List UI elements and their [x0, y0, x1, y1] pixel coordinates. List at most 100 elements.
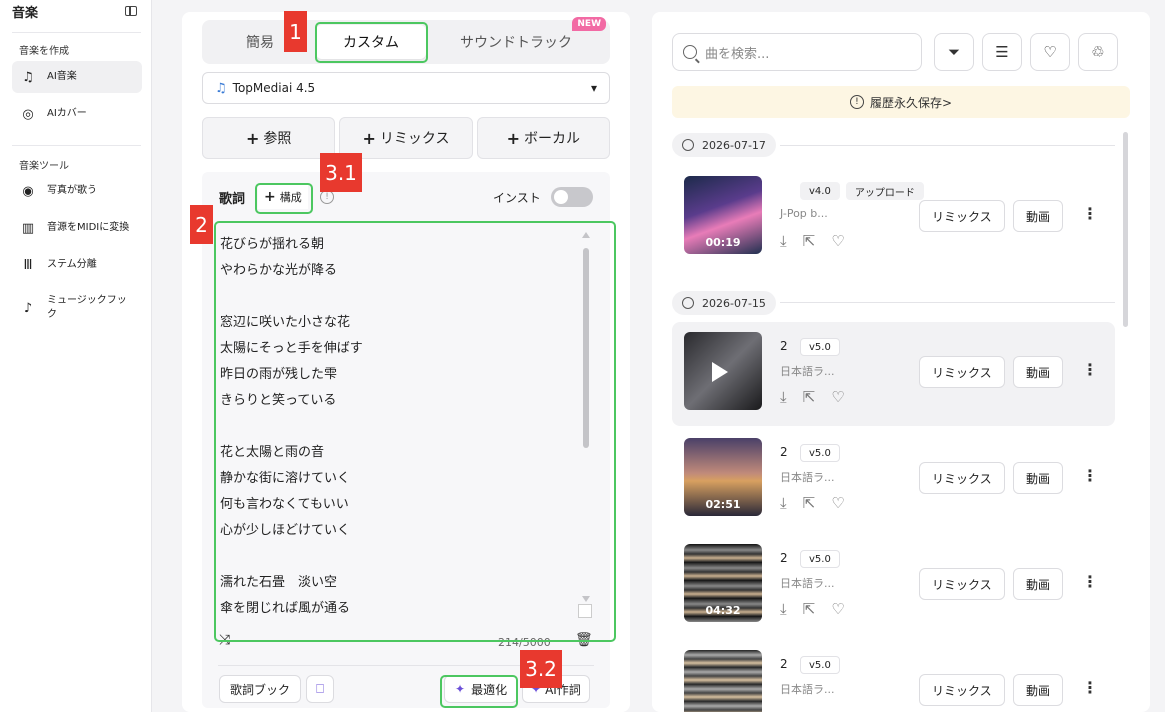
sidebar-collapse-icon[interactable]: [125, 6, 137, 16]
sidebar-item-stem[interactable]: Ⅲ ステム分離: [12, 249, 142, 281]
remix-button[interactable]: リミックス: [919, 356, 1005, 388]
filter-button[interactable]: ⏷: [934, 33, 974, 71]
favorites-button[interactable]: ♡: [1030, 33, 1070, 71]
more-icon[interactable]: ⋮: [1082, 678, 1098, 697]
track-tags: v5.0: [800, 444, 840, 462]
sidebar-item-ai-cover[interactable]: ◎ AIカバー: [12, 98, 142, 130]
notice-text: 履歴永久保存>: [869, 95, 953, 110]
sidebar: 音楽 音楽を作成 ♫ AI音楽 ◎ AIカバー 音楽ツール ◉ 写真が歌う ▥ …: [0, 0, 152, 712]
reference-button[interactable]: + 参照: [202, 117, 336, 159]
track-item[interactable]: 02:51 2 v5.0 日本語ラ... ⤓ ⇱ ♡ リミックス 動画 ⋮: [672, 428, 1115, 532]
instrumental-toggle[interactable]: [551, 187, 593, 207]
play-icon[interactable]: [712, 362, 728, 382]
track-tags: v5.0: [800, 656, 840, 674]
structure-button[interactable]: + 構成: [258, 185, 308, 209]
more-icon[interactable]: ⋮: [1082, 360, 1098, 379]
search-input[interactable]: 曲を検索...: [672, 33, 922, 71]
sidebar-item-ai-music[interactable]: ♫ AI音楽: [12, 61, 142, 93]
track-item[interactable]: 2 v5.0 日本語ラ... リミックス 動画 ⋮: [672, 640, 1115, 712]
model-name: TopMediai 4.5: [232, 81, 316, 95]
trash-icon[interactable]: 🗑: [575, 632, 593, 648]
music-note-icon: ♫: [215, 80, 227, 96]
video-button[interactable]: 動画: [1013, 568, 1064, 600]
sidebar-item-midi[interactable]: ▥ 音源をMIDIに変換: [12, 212, 142, 244]
scroll-up-icon[interactable]: [582, 232, 590, 238]
mode-tabs: 簡易 カスタム サウンドトラック NEW: [202, 17, 610, 64]
optimize-button[interactable]: ✦ 最適化: [444, 675, 519, 703]
scroll-down-icon[interactable]: [582, 596, 590, 602]
video-button[interactable]: 動画: [1013, 200, 1064, 232]
date-chip: 2026-07-17: [672, 133, 776, 157]
download-icon[interactable]: ⤓: [780, 232, 787, 250]
share-icon[interactable]: ⇱: [803, 388, 816, 406]
search-placeholder: 曲を検索...: [705, 46, 770, 62]
share-icon[interactable]: ⇱: [803, 494, 816, 512]
heart-icon[interactable]: ♡: [831, 494, 844, 512]
structure-label: 構成: [279, 191, 302, 204]
sidebar-divider: [12, 145, 141, 146]
sidebar-item-label: AI音楽: [47, 71, 77, 82]
heart-icon[interactable]: ♡: [831, 600, 844, 618]
sidebar-item-photo-sing[interactable]: ◉ 写真が歌う: [12, 175, 142, 207]
track-item[interactable]: 04:32 2 v5.0 日本語ラ... ⤓ ⇱ ♡ リミックス 動画 ⋮: [672, 534, 1115, 638]
date-label: 2026-07-17: [702, 138, 766, 152]
track-title: 2: [780, 445, 788, 459]
track-tags: v5.0: [800, 550, 840, 568]
more-icon[interactable]: ⋮: [1082, 204, 1098, 223]
more-icon[interactable]: ⋮: [1082, 466, 1098, 485]
track-thumbnail[interactable]: [684, 332, 762, 410]
plus-icon: +: [506, 128, 521, 148]
sidebar-item-music-hook[interactable]: ♪ ミュージックフック: [12, 290, 142, 326]
track-actions: ⤓ ⇱ ♡: [780, 388, 845, 406]
lyrics-scrollbar[interactable]: [582, 232, 590, 602]
shuffle-icon[interactable]: ⤨: [219, 632, 230, 648]
recycle-button[interactable]: ♲: [1078, 33, 1118, 71]
remix-button[interactable]: リミックス: [919, 462, 1005, 494]
library-scrollbar[interactable]: [1123, 132, 1128, 327]
filter-icon: ⏷: [947, 43, 960, 61]
download-icon[interactable]: ⤓: [780, 388, 787, 406]
track-subtitle: 日本語ラ...: [780, 365, 835, 378]
heart-icon[interactable]: ♡: [831, 232, 844, 250]
download-icon[interactable]: ⤓: [780, 494, 787, 512]
history-notice[interactable]: ! 履歴永久保存>: [672, 86, 1130, 118]
download-icon[interactable]: ⤓: [780, 600, 787, 618]
lyrics-label: 歌詞: [219, 192, 246, 207]
track-thumbnail[interactable]: [684, 650, 762, 712]
scroll-thumb[interactable]: [583, 248, 589, 448]
info-icon[interactable]: !: [320, 190, 334, 204]
annotation-1: 1: [284, 11, 307, 52]
lyrics-textarea[interactable]: 花びらが揺れる朝 やわらかな光が降る 窓辺に咲いた小さな花 太陽にそっと手を伸ば…: [216, 222, 598, 642]
video-button[interactable]: 動画: [1013, 462, 1064, 494]
track-duration: 04:32: [705, 604, 741, 617]
resize-grip-icon[interactable]: [578, 604, 592, 618]
heart-icon[interactable]: ♡: [831, 388, 844, 406]
track-thumbnail[interactable]: 00:19: [684, 176, 762, 254]
version-tag: v5.0: [800, 444, 840, 462]
remix-button[interactable]: リミックス: [919, 568, 1005, 600]
lyrics-book-button[interactable]: 歌詞ブック: [219, 675, 302, 703]
track-subtitle: 日本語ラ...: [780, 683, 835, 696]
model-select[interactable]: ♫ TopMediai 4.5 ▾: [202, 72, 610, 104]
video-button[interactable]: 動画: [1013, 356, 1064, 388]
vocal-button[interactable]: + ボーカル: [476, 117, 610, 159]
tab-custom[interactable]: カスタム: [316, 25, 426, 59]
list-view-button[interactable]: ☰: [982, 33, 1022, 71]
remix-button[interactable]: リミックス: [919, 200, 1005, 232]
share-icon[interactable]: ⇱: [803, 600, 816, 618]
video-button[interactable]: 動画: [1013, 674, 1064, 706]
remix-button[interactable]: リミックス: [919, 674, 1005, 706]
more-icon[interactable]: ⋮: [1082, 572, 1098, 591]
annotation-3-2: 3.2: [520, 650, 562, 688]
share-icon[interactable]: ⇱: [803, 232, 816, 250]
bookmark-icon[interactable]: ⎕: [306, 675, 334, 703]
clock-icon: [682, 297, 694, 309]
plus-icon: +: [245, 128, 260, 148]
track-thumbnail[interactable]: 02:51: [684, 438, 762, 516]
track-thumbnail[interactable]: 04:32: [684, 544, 762, 622]
date-label: 2026-07-15: [702, 296, 766, 310]
track-duration: 00:19: [705, 236, 741, 249]
track-item[interactable]: 00:19 v4.0 アップロード J-Pop b... ⤓ ⇱ ♡ リミックス…: [672, 166, 1115, 270]
track-title: 2: [780, 551, 788, 565]
track-item[interactable]: 2 v5.0 日本語ラ... ⤓ ⇱ ♡ リミックス 動画 ⋮: [672, 322, 1115, 426]
